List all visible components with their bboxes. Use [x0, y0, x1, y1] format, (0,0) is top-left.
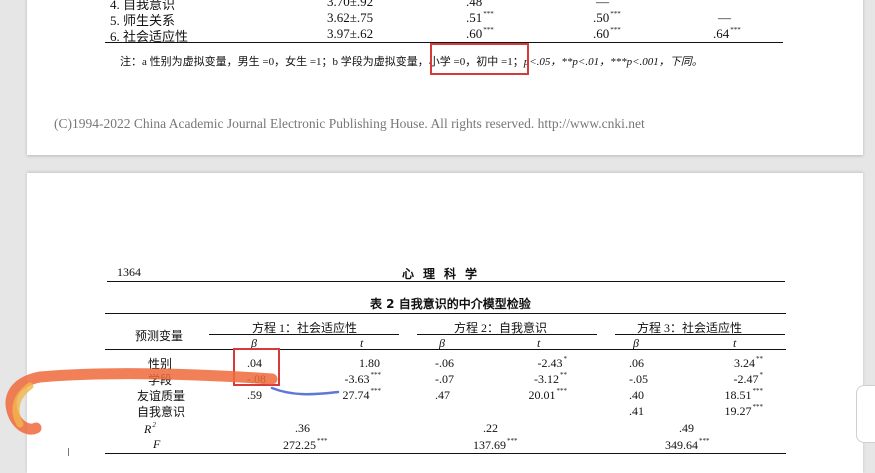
- table-cell: [380, 403, 381, 419]
- page-edge-mark: [68, 448, 69, 456]
- row-label: 友谊质量: [137, 389, 186, 403]
- table-cell: 20.01***: [528, 387, 568, 402]
- table-cell: [566, 403, 567, 419]
- table-cell: -.05: [629, 372, 648, 386]
- table-cell: [247, 403, 248, 419]
- table-title: 表 2 自我意识的中介模型检验: [370, 297, 531, 311]
- equation-3-rule: [615, 334, 785, 335]
- table-top-rule: [105, 313, 786, 314]
- table-cell: -.07: [435, 372, 454, 386]
- journal-running-head: 心理科学: [402, 267, 487, 281]
- table-cell: -.06: [435, 356, 454, 370]
- table-cell: 27.74***: [342, 387, 382, 402]
- row-label: 学段: [148, 373, 173, 387]
- table-cell: -2.47*: [733, 371, 764, 386]
- table-cell: 18.51***: [724, 387, 764, 402]
- table-note: 注：a 性别为虚拟变量，男生 =0，女生 =1；b 学段为虚拟变量，小学 =0，…: [120, 56, 703, 68]
- table-cell: 3.24**: [734, 355, 763, 370]
- table-cell: .40: [629, 388, 644, 402]
- side-panel-handle[interactable]: [856, 385, 875, 443]
- table-cell: 19.27***: [724, 403, 764, 418]
- table-cell: .47: [435, 388, 450, 402]
- predictor-header: 预测变量: [135, 329, 184, 343]
- equation-2-rule: [417, 334, 597, 335]
- equation-1-rule: [209, 334, 399, 335]
- table-bottom-rule: [105, 453, 786, 454]
- previous-page: 4. 自我意识 3.70±.92 .48*** — 5. 师生关系 3.62±.…: [27, 0, 863, 155]
- table-cell: .41: [629, 404, 644, 418]
- copyright-line: (C)1994-2022 China Academic Journal Elec…: [54, 116, 645, 131]
- table-cell: [435, 403, 436, 419]
- header-rule: [107, 281, 785, 282]
- highlight-box: [430, 43, 529, 75]
- table-cell: 1.80: [359, 356, 380, 370]
- highlight-box: [233, 348, 280, 386]
- table-cell: -2.43*: [537, 355, 568, 370]
- table-cell: -3.12**: [534, 371, 567, 386]
- current-page: 1364 心理科学 表 2 自我意识的中介模型检验 预测变量 方程 1：社会适应…: [27, 173, 863, 473]
- f-label: F: [153, 437, 161, 451]
- table-cell: -3.63***: [344, 371, 382, 386]
- page-number: 1364: [117, 265, 141, 279]
- row-label: 自我意识: [137, 405, 186, 419]
- row-label: 性别: [148, 357, 173, 371]
- table-cell: .59: [247, 388, 262, 402]
- r2-label: R2: [144, 421, 156, 436]
- header-bottom-rule: [105, 349, 786, 350]
- table-cell: .06: [629, 356, 644, 370]
